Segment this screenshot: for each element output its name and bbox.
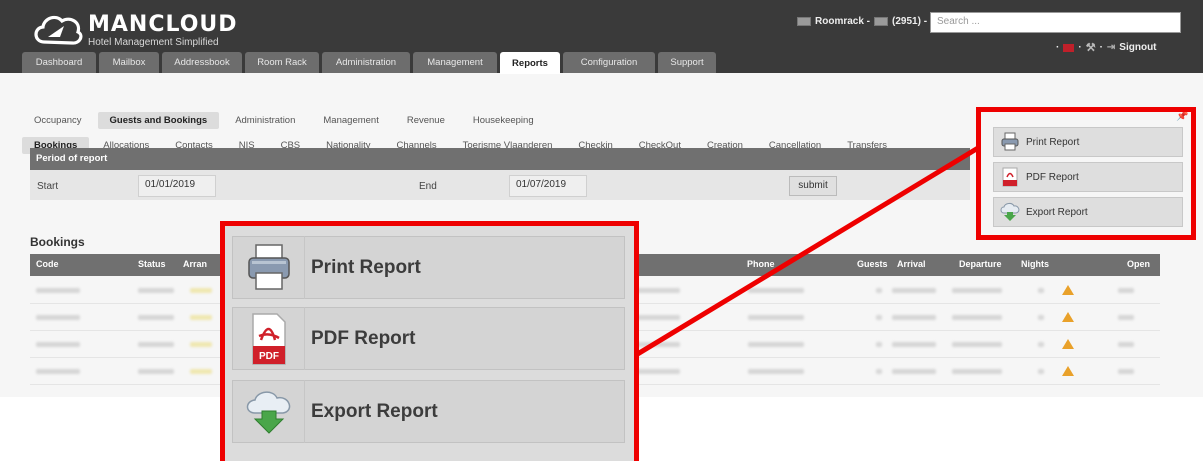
main-nav: Dashboard Mailbox Addressbook Room Rack Admi… bbox=[22, 52, 716, 74]
blurred-cell bbox=[876, 369, 882, 374]
pdf-report-button[interactable]: PDF PDF Report bbox=[232, 307, 625, 370]
blurred-cell bbox=[952, 315, 1002, 320]
warning-icon bbox=[1062, 312, 1074, 322]
blurred-cell bbox=[36, 342, 80, 347]
col-arrangement[interactable]: Arran bbox=[183, 259, 207, 269]
blurred-cell bbox=[1118, 315, 1134, 320]
blurred-cell bbox=[138, 288, 174, 293]
blurred-cell bbox=[748, 315, 804, 320]
bookings-title: Bookings bbox=[30, 235, 85, 249]
start-date-input[interactable]: 01/01/2019 bbox=[138, 175, 216, 197]
col-departure[interactable]: Departure bbox=[959, 259, 1002, 269]
col-nights[interactable]: Nights bbox=[1021, 259, 1049, 269]
nav-tab-dashboard[interactable]: Dashboard bbox=[22, 52, 96, 73]
end-label: End bbox=[419, 181, 437, 192]
search-input[interactable]: Search ... bbox=[930, 12, 1181, 33]
report-category-nav: Occupancy Guests and Bookings Administrati… bbox=[22, 112, 546, 129]
col-guests[interactable]: Guests bbox=[857, 259, 888, 269]
blurred-cell bbox=[748, 369, 804, 374]
blurred-cell bbox=[1038, 369, 1044, 374]
nav-tab-configuration[interactable]: Configuration bbox=[563, 52, 655, 73]
report-tab-management[interactable]: Management bbox=[311, 112, 390, 129]
report-tab-revenue[interactable]: Revenue bbox=[395, 112, 457, 129]
nav-tab-addressbook[interactable]: Addressbook bbox=[162, 52, 242, 73]
start-label: Start bbox=[37, 181, 59, 192]
blurred-cell bbox=[876, 288, 882, 293]
header-links: · · ⚒ · ⇥ Signout bbox=[1056, 41, 1157, 54]
report-tab-housekeeping[interactable]: Housekeeping bbox=[461, 112, 546, 129]
warning-icon bbox=[1062, 366, 1074, 376]
blurred-cell bbox=[36, 315, 80, 320]
export-report-button[interactable]: Export Report bbox=[232, 380, 625, 443]
signout-link[interactable]: Signout bbox=[1119, 42, 1156, 53]
blurred-cell bbox=[190, 369, 212, 374]
blurred-cell bbox=[190, 342, 212, 347]
blurred-cell bbox=[748, 342, 804, 347]
nav-tab-room-rack[interactable]: Room Rack bbox=[245, 52, 319, 73]
language-flag-icon[interactable] bbox=[1063, 43, 1075, 52]
blurred-cell bbox=[876, 315, 882, 320]
col-phone[interactable]: Phone bbox=[747, 259, 775, 269]
blurred-cell bbox=[138, 369, 174, 374]
nav-tab-mailbox[interactable]: Mailbox bbox=[99, 52, 159, 73]
col-status[interactable]: Status bbox=[138, 259, 166, 269]
blurred-cell bbox=[892, 288, 936, 293]
pdf-report-label: PDF Report bbox=[311, 327, 416, 349]
blurred-cell bbox=[876, 342, 882, 347]
roomrack-label: Roomrack - bbox=[815, 16, 871, 27]
blurred-cell bbox=[138, 315, 174, 320]
pdf-icon-text: PDF bbox=[259, 351, 279, 362]
blurred-cell bbox=[748, 288, 804, 293]
blurred-cell bbox=[1118, 288, 1134, 293]
brand-name: MANCLOUD bbox=[88, 12, 238, 37]
nav-tab-administration[interactable]: Administration bbox=[322, 52, 410, 73]
col-code[interactable]: Code bbox=[36, 259, 59, 269]
blurred-cell bbox=[892, 342, 936, 347]
top-header: MANCLOUD Hotel Management Simplified Roo… bbox=[0, 0, 1203, 74]
brand-tagline: Hotel Management Simplified bbox=[88, 37, 219, 48]
warning-icon bbox=[1062, 285, 1074, 295]
mailbox-icon bbox=[874, 17, 889, 26]
cloud-logo-icon bbox=[34, 15, 83, 45]
tools-icon[interactable]: ⚒ bbox=[1086, 41, 1096, 54]
blurred-cell bbox=[138, 342, 174, 347]
callout-small-frame bbox=[976, 107, 1196, 240]
blurred-cell bbox=[1118, 369, 1134, 374]
period-header: Period of report bbox=[30, 148, 970, 170]
blurred-cell bbox=[36, 369, 80, 374]
blurred-cell bbox=[36, 288, 80, 293]
blurred-cell bbox=[190, 288, 212, 293]
report-tab-occupancy[interactable]: Occupancy bbox=[22, 112, 94, 129]
blurred-cell bbox=[952, 288, 1002, 293]
warning-icon bbox=[1062, 339, 1074, 349]
blurred-cell bbox=[1038, 288, 1044, 293]
signout-icon: ⇥ bbox=[1106, 42, 1116, 53]
col-arrival[interactable]: Arrival bbox=[897, 259, 926, 269]
pdf-icon-large: PDF bbox=[233, 307, 305, 370]
printer-icon-large bbox=[233, 236, 305, 299]
nav-tab-reports[interactable]: Reports bbox=[500, 52, 560, 74]
blurred-cell bbox=[190, 315, 212, 320]
print-report-button[interactable]: Print Report bbox=[232, 236, 625, 299]
nav-tab-management[interactable]: Management bbox=[413, 52, 497, 73]
blurred-cell bbox=[1038, 342, 1044, 347]
blurred-cell bbox=[892, 315, 936, 320]
export-report-label: Export Report bbox=[311, 400, 438, 422]
submit-button[interactable]: submit bbox=[789, 176, 837, 196]
blurred-cell bbox=[952, 369, 1002, 374]
print-report-label: Print Report bbox=[311, 256, 421, 278]
header-roomrack-info[interactable]: Roomrack - (2951) - ⇄ bbox=[797, 16, 939, 27]
roomrack-icon bbox=[797, 17, 811, 26]
mail-count: (2951) - bbox=[892, 16, 928, 27]
col-open[interactable]: Open bbox=[1127, 259, 1150, 269]
blurred-cell bbox=[1038, 315, 1044, 320]
end-date-input[interactable]: 01/07/2019 bbox=[509, 175, 587, 197]
cloud-download-icon-large bbox=[233, 380, 305, 443]
report-tab-guests-and-bookings[interactable]: Guests and Bookings bbox=[97, 112, 220, 129]
report-tab-administration[interactable]: Administration bbox=[223, 112, 307, 129]
nav-tab-support[interactable]: Support bbox=[658, 52, 716, 73]
blurred-cell bbox=[952, 342, 1002, 347]
blurred-cell bbox=[892, 369, 936, 374]
blurred-cell bbox=[1118, 342, 1134, 347]
